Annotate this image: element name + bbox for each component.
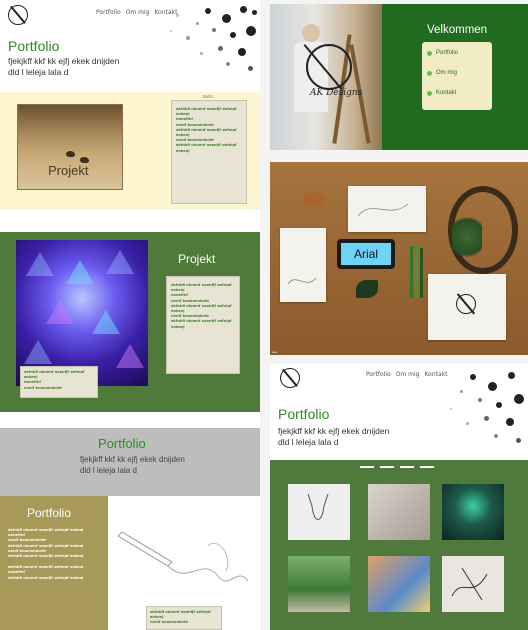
project-photo-birds[interactable]: Projekt [17,104,123,190]
photo-caption-card: ekfnkfi nknenf noenfjf oefnipf enkenj ne… [20,366,98,398]
sketch-paper [348,186,426,232]
portfolio-intro-title: Portfolio [27,506,72,520]
hero-title: Portfolio [8,38,60,54]
sketch-paper [280,228,326,302]
artist-photo: AK Designs [270,4,382,150]
ak-logo-icon [306,44,352,90]
text-line: nenif knoenenknfe [24,385,62,390]
welcome-screen-mockup: AK Designs Velkommen Portfolio Om mig Ko… [270,4,528,150]
wood-object [303,192,325,206]
gallery-thumb-character[interactable] [442,484,504,540]
nav-link-om-mig[interactable]: Om mig [126,9,150,16]
text-line: ekfnkfi nknenf noenfjf oefnipf enkenj [24,370,85,380]
pen-sketch-illustration: ekfnkfi nknenf noenfjf oefnipf enkenj ne… [108,496,260,630]
divider-dashes [360,466,434,468]
welcome-title: Velkommen [427,24,488,36]
bullet-icon [427,70,432,76]
gallery-thumb-cartoon[interactable] [368,556,430,612]
gallery-hero: Portfolio Om mig Kontakt Portfolio fjekj… [270,364,528,460]
portfolio-banner-title: Portfolio [98,436,146,451]
text-line: ekfnkfi nknenf noenfjf oefnipf enkenj [150,610,211,620]
project-description-card: ekfnkfi nknenf noenfjf oefnipf enkenj ne… [171,100,247,204]
nav-link-portfolio[interactable]: Portfolio [96,9,121,16]
mockup-board: Portfolio Om mig Kontakt Portfolio fjekj… [0,0,528,630]
leaf-icon [356,280,378,298]
brand-logo-icon[interactable] [280,368,300,388]
section-label: Bidis [203,94,213,99]
text-line: ekfnkfi nknenf noenfjf oefnipf enkenj [171,319,232,329]
text-line: ekfnkfi nknenf noenfjf oefnipf enkenj [176,143,237,153]
project-photo-kaleidoscope[interactable] [16,240,148,386]
moodboard-flatlay: Arial ••• [270,162,528,355]
bullet-icon [427,50,432,56]
nav-link-kontakt[interactable]: Kontakt [154,9,177,16]
gallery-section [270,460,528,630]
welcome-menu: Portfolio Om mig Kontakt [422,42,492,110]
text-line: ekfnkfi nknenf noenfjf oefnipf enkenj [176,107,237,117]
pencil-icon [420,248,423,298]
nav-link-om-mig[interactable]: Om mig [396,371,420,378]
hero-title: Portfolio [278,406,330,422]
text-line: ekfnkfi nknenf noenfjf oefnipf enkenj [176,127,237,138]
menu-item-portfolio[interactable]: Portfolio [427,50,458,56]
gallery-thumb-sketch[interactable] [442,556,504,612]
pencil-icon [415,244,418,298]
gallery-thumb-deer[interactable] [288,484,350,540]
menu-item-label: Kontakt [436,90,457,96]
gallery-thumb-portrait[interactable] [368,484,430,540]
menu-item-kontakt[interactable]: Kontakt [427,90,456,96]
logo-text: AK Designs [310,88,363,98]
nav-link-kontakt[interactable]: Kontakt [424,371,447,378]
hero-subtitle: fjekjkff kkf kk ejfj ekek dnijden dld l … [278,426,390,447]
gallery-thumb-photo[interactable] [288,556,350,612]
portfolio-banner: Portfolio fjekjkff kkf kk ejfj ekek dnij… [0,428,260,496]
nav-link-portfolio[interactable]: Portfolio [366,371,391,378]
text-line: ekfnkfi nknenf noenfjf oefnipf enkenj [8,554,84,559]
portfolio-intro-text: ekfnkfi nknenf noenfjf oefnipf enkenj ne… [8,528,102,581]
welcome-panel: Velkommen Portfolio Om mig Kontakt [382,4,528,150]
gallery-page-mockup: Portfolio Om mig Kontakt Portfolio fjekj… [270,364,528,630]
hero-subtitle: fjekjkff kkf kk ejfj ekek dnijden dld l … [8,56,120,77]
phone-screen-text: Arial [341,243,391,265]
top-nav: Portfolio Om mig Kontakt [96,9,177,16]
logo-paper [428,274,506,340]
pine-branch [452,212,482,262]
project-photo-caption: Projekt [48,163,89,178]
projekt-title: Projekt [178,252,216,266]
menu-item-label: Om mig [436,70,457,76]
portfolio-banner-subtitle: fjekjkff kkf kk ejfj ekek dnijden dld l … [80,455,185,475]
top-nav: Portfolio Om mig Kontakt [366,371,447,378]
menu-item-om-mig[interactable]: Om mig [427,70,457,76]
bullet-icon [427,90,432,96]
projekt-section: ekfnkfi nknenf noenfjf oefnipf enkenj ne… [0,232,260,412]
projekt-description-card: ekfnkfi nknenf noenfjf oefnipf enkenj ne… [166,276,240,374]
portfolio-intro-panel: Portfolio ekfnkfi nknenf noenfjf oefnipf… [0,496,108,630]
sketch-caption-card: ekfnkfi nknenf noenfjf oefnipf enkenj ne… [146,606,222,630]
menu-item-label: Portfolio [436,50,459,56]
page-scroll-mockup: Portfolio Om mig Kontakt Portfolio fjekj… [0,0,260,630]
text-line: ekfnkfi nknenf noenfjf oefnipf enkenj [171,303,232,314]
text-line: ekfnkfi nknenf noenfjf oefnipf enkenj [171,283,232,293]
hero-section: Portfolio Om mig Kontakt Portfolio fjekj… [0,0,260,92]
phone-device: Arial [337,239,395,269]
text-line: ekfnkfi nknenf noenfjf oefnipf enkenj [8,575,84,580]
text-line: nenif knoenenknfe [150,620,188,625]
slider-dots[interactable]: ••• [272,350,277,355]
featured-project-section: Bidis Projekt ekfnkfi nknenf noenfjf oef… [0,92,260,210]
brand-logo-icon[interactable] [8,5,28,25]
pencil-icon [410,246,413,298]
